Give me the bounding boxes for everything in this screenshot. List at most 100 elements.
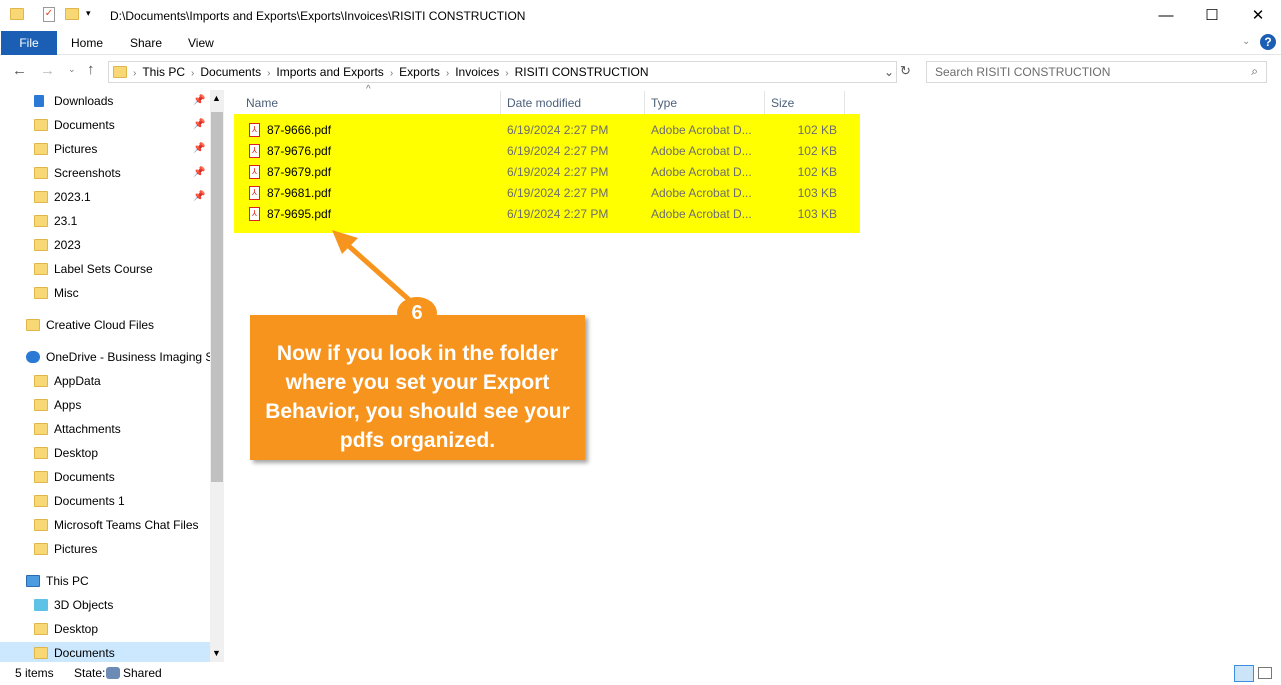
column-header-size[interactable]: Size bbox=[765, 91, 845, 115]
3d-objects-icon bbox=[34, 599, 48, 611]
breadcrumb-risiti-construction[interactable]: RISITI CONSTRUCTION bbox=[515, 65, 649, 79]
sidebar-item[interactable]: Attachments bbox=[0, 418, 210, 440]
column-header-date-modified[interactable]: Date modified bbox=[501, 91, 645, 115]
file-date: 6/19/2024 2:27 PM bbox=[507, 144, 609, 158]
sidebar-item-label: Documents bbox=[54, 470, 115, 484]
sidebar-item[interactable]: Downloads 📌 bbox=[0, 90, 210, 112]
help-icon[interactable]: ? bbox=[1260, 34, 1276, 50]
sidebar-item[interactable]: 23.1 bbox=[0, 210, 210, 232]
refresh-icon[interactable]: ↻ bbox=[900, 63, 914, 81]
search-placeholder: Search RISITI CONSTRUCTION bbox=[935, 65, 1111, 79]
file-name: 87-9679.pdf bbox=[267, 165, 332, 179]
sidebar-item[interactable]: 3D Objects bbox=[0, 594, 210, 616]
folder-icon bbox=[34, 375, 48, 387]
folder-icon bbox=[34, 167, 48, 179]
sidebar-item-label: Pictures bbox=[54, 542, 98, 556]
sidebar-item[interactable]: 2023 bbox=[0, 234, 210, 256]
folder-icon bbox=[34, 647, 48, 659]
file-size: 103 KB bbox=[797, 207, 837, 221]
state-value: Shared bbox=[123, 666, 162, 680]
breadcrumb-exports[interactable]: Exports bbox=[399, 65, 440, 79]
sidebar-item[interactable]: Desktop bbox=[0, 442, 210, 464]
address-dropdown-icon[interactable]: ⌄ bbox=[884, 65, 894, 79]
shared-icon bbox=[106, 667, 120, 679]
sidebar-item[interactable]: Desktop bbox=[0, 618, 210, 640]
address-bar[interactable]: › This PC › Documents › Imports and Exports › E… bbox=[108, 61, 897, 83]
sidebar-item[interactable]: Documents 1 bbox=[0, 490, 210, 512]
column-header-name[interactable]: Name bbox=[240, 91, 501, 115]
large-icons-view-icon[interactable] bbox=[1258, 667, 1272, 679]
maximize-button[interactable]: ☐ bbox=[1189, 0, 1235, 31]
search-input[interactable]: Search RISITI CONSTRUCTION ⌕ bbox=[926, 61, 1267, 83]
scrollbar-thumb[interactable] bbox=[211, 112, 223, 482]
properties-icon[interactable]: ✓ bbox=[43, 7, 55, 22]
pin-icon: 📌 bbox=[193, 191, 206, 202]
file-row[interactable]: ⅄ 87-9681.pdf 6/19/2024 2:27 PM Adobe Acrob… bbox=[246, 183, 846, 204]
pdf-file-icon: ⅄ bbox=[249, 123, 260, 137]
file-name: 87-9676.pdf bbox=[267, 144, 332, 158]
recent-locations-icon[interactable]: ⌄ bbox=[68, 64, 76, 75]
folder-icon bbox=[34, 143, 48, 155]
pin-icon: 📌 bbox=[193, 167, 206, 178]
folder-icon bbox=[113, 66, 127, 78]
file-row[interactable]: ⅄ 87-9666.pdf 6/19/2024 2:27 PM Adobe Acrob… bbox=[246, 120, 846, 141]
sidebar-item[interactable]: Pictures bbox=[0, 538, 210, 560]
sidebar-item-label: Pictures bbox=[54, 142, 98, 156]
sidebar-item[interactable]: Screenshots 📌 bbox=[0, 162, 210, 184]
tab-home[interactable]: Home bbox=[57, 31, 117, 55]
pdf-file-icon: ⅄ bbox=[249, 207, 260, 221]
minimize-button[interactable]: — bbox=[1143, 0, 1189, 31]
sidebar-item[interactable]: Apps bbox=[0, 394, 210, 416]
pdf-file-icon: ⅄ bbox=[249, 165, 260, 179]
scroll-down-icon[interactable]: ▼ bbox=[212, 648, 221, 658]
new-folder-icon[interactable] bbox=[65, 8, 79, 20]
folder-icon bbox=[26, 319, 40, 331]
sidebar-item-label: Screenshots bbox=[54, 166, 121, 180]
sidebar-item[interactable]: Pictures 📌 bbox=[0, 138, 210, 160]
sidebar-item[interactable]: 2023.1 📌 bbox=[0, 186, 210, 208]
breadcrumb-this-pc[interactable]: This PC bbox=[142, 65, 185, 79]
sidebar-item-label: Documents bbox=[54, 646, 115, 660]
sidebar-item[interactable]: Documents 📌 bbox=[0, 114, 210, 136]
sidebar-item-label: Desktop bbox=[54, 446, 99, 460]
sidebar-item[interactable]: AppData bbox=[0, 370, 210, 392]
folder-icon bbox=[34, 519, 48, 531]
column-header-type[interactable]: Type bbox=[645, 91, 765, 115]
scroll-up-icon[interactable]: ▲ bbox=[212, 93, 221, 103]
item-count: 5 items bbox=[15, 666, 54, 680]
close-button[interactable]: ✕ bbox=[1235, 0, 1281, 31]
sidebar-item[interactable]: Documents bbox=[0, 642, 210, 662]
breadcrumb-invoices[interactable]: Invoices bbox=[455, 65, 499, 79]
folder-icon bbox=[10, 8, 24, 20]
window-title: D:\Documents\Imports and Exports\Exports… bbox=[110, 9, 526, 23]
sidebar-item[interactable]: Microsoft Teams Chat Files bbox=[0, 514, 210, 536]
up-icon[interactable]: ↑ bbox=[87, 61, 95, 78]
sidebar-item-label: Label Sets Course bbox=[54, 262, 153, 276]
pin-icon: 📌 bbox=[193, 119, 206, 130]
back-icon[interactable]: ← bbox=[12, 62, 27, 79]
sidebar-item[interactable]: Documents bbox=[0, 466, 210, 488]
folder-icon bbox=[34, 447, 48, 459]
file-type: Adobe Acrobat D... bbox=[651, 186, 752, 200]
file-row[interactable]: ⅄ 87-9676.pdf 6/19/2024 2:27 PM Adobe Acrob… bbox=[246, 141, 846, 162]
tab-share[interactable]: Share bbox=[116, 31, 176, 55]
breadcrumb-imports-and-exports[interactable]: Imports and Exports bbox=[276, 65, 383, 79]
sidebar-item[interactable]: OneDrive - Business Imaging Sy bbox=[0, 346, 210, 368]
sidebar-item-label: Apps bbox=[54, 398, 82, 412]
sidebar-item-label: 3D Objects bbox=[54, 598, 114, 612]
title-bar: ✓ ▾ D:\Documents\Imports and Exports\Exp… bbox=[0, 0, 1281, 31]
breadcrumb-documents[interactable]: Documents bbox=[200, 65, 261, 79]
sidebar-item[interactable]: Misc bbox=[0, 282, 210, 304]
customize-toolbar-icon[interactable]: ▾ bbox=[86, 8, 91, 19]
folder-icon bbox=[34, 399, 48, 411]
sidebar-item[interactable]: Creative Cloud Files bbox=[0, 314, 210, 336]
sidebar-item[interactable]: Label Sets Course bbox=[0, 258, 210, 280]
forward-icon[interactable]: → bbox=[40, 62, 55, 79]
sidebar-item[interactable]: This PC bbox=[0, 570, 210, 592]
file-row[interactable]: ⅄ 87-9679.pdf 6/19/2024 2:27 PM Adobe Acrob… bbox=[246, 162, 846, 183]
expand-ribbon-icon[interactable]: ⌄ bbox=[1242, 36, 1250, 47]
tab-file[interactable]: File bbox=[1, 31, 57, 55]
details-view-icon[interactable] bbox=[1234, 665, 1254, 682]
tab-view[interactable]: View bbox=[174, 31, 228, 55]
folder-icon bbox=[34, 239, 48, 251]
